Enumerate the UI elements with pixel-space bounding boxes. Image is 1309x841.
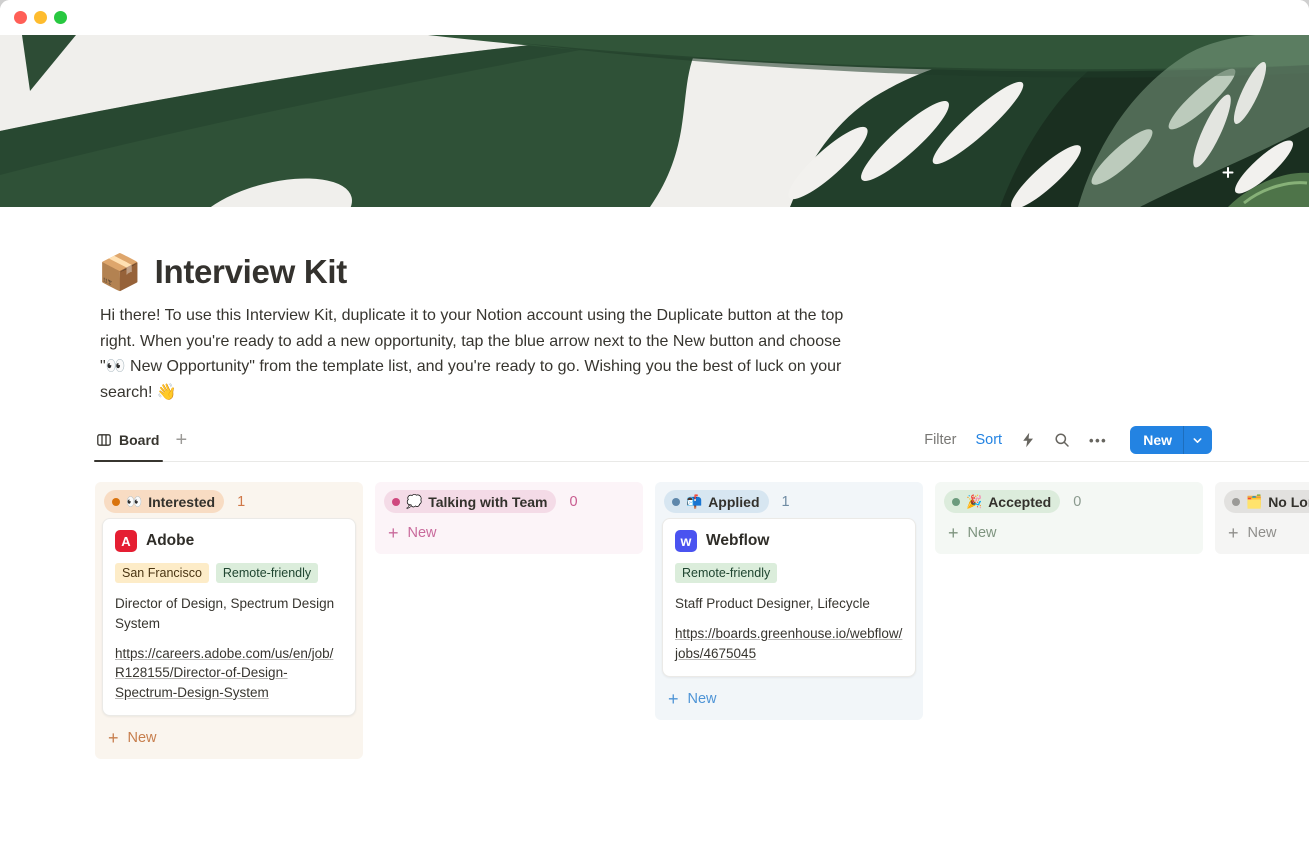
job-url-link[interactable]: https://careers.adobe.com/us/en/job/R128…	[115, 644, 343, 703]
column-status-pill[interactable]: 👀 Interested	[104, 490, 224, 513]
column-header[interactable]: 📬 Applied 1	[664, 490, 914, 513]
app-window: 📦 Interview Kit Hi there! To use this In…	[0, 0, 1309, 841]
plus-icon: +	[668, 690, 679, 708]
column-count: 1	[782, 494, 790, 510]
filter-button[interactable]: Filter	[924, 432, 956, 448]
add-card-label: New	[968, 525, 997, 541]
column-header[interactable]: 🗂️ No Lon	[1224, 490, 1309, 513]
job-url-link[interactable]: https://boards.greenhouse.io/webflow/job…	[675, 624, 903, 663]
board-column-interested: 👀 Interested 1 A Adobe San Francisco Rem…	[95, 482, 363, 759]
board-column-talking-with-team: 💭 Talking with Team 0 + New	[375, 482, 643, 554]
plus-icon: +	[388, 524, 399, 542]
card-tags: San Francisco Remote-friendly	[115, 563, 343, 583]
status-emoji-icon: 📬	[686, 495, 702, 508]
card-title: Webflow	[706, 532, 769, 550]
column-title: Accepted	[988, 494, 1051, 510]
zoom-window-button[interactable]	[54, 11, 67, 24]
board-column-applied: 📬 Applied 1 w Webflow Remote-friendly St…	[655, 482, 923, 720]
plus-icon: +	[948, 524, 959, 542]
page-icon[interactable]: 📦	[98, 255, 142, 290]
add-card-label: New	[408, 525, 437, 541]
status-dot-icon	[392, 498, 400, 506]
status-emoji-icon: 💭	[406, 495, 422, 508]
page-description: Hi there! To use this Interview Kit, dup…	[100, 303, 866, 405]
page-header: 📦 Interview Kit	[98, 253, 1309, 291]
board-column-accepted: 🎉 Accepted 0 + New	[935, 482, 1203, 554]
board-tab-label: Board	[119, 432, 159, 448]
job-card-adobe[interactable]: A Adobe San Francisco Remote-friendly Di…	[102, 518, 356, 716]
column-header[interactable]: 💭 Talking with Team 0	[384, 490, 634, 513]
plus-icon: +	[108, 729, 119, 747]
search-icon	[1054, 432, 1070, 448]
card-header: w Webflow	[675, 530, 903, 552]
status-dot-icon	[1232, 498, 1240, 506]
add-card-button[interactable]: + New	[380, 518, 638, 547]
tab-board-view[interactable]: Board	[96, 419, 159, 461]
column-title: No Lon	[1268, 494, 1309, 510]
column-title: Interested	[148, 494, 215, 510]
status-dot-icon	[952, 498, 960, 506]
view-toolbar: Board + Filter Sort ••• New	[96, 419, 1309, 462]
column-title: Talking with Team	[428, 494, 547, 510]
titlebar	[0, 0, 1309, 35]
adobe-logo-icon: A	[115, 530, 137, 552]
search-button[interactable]	[1054, 432, 1070, 448]
tag-remote-friendly: Remote-friendly	[675, 563, 777, 583]
minimize-window-button[interactable]	[34, 11, 47, 24]
card-title: Adobe	[146, 532, 194, 550]
card-header: A Adobe	[115, 530, 343, 552]
more-options-button[interactable]: •••	[1089, 433, 1107, 448]
sort-button[interactable]: Sort	[975, 432, 1002, 448]
plus-icon: +	[1228, 524, 1239, 542]
close-window-button[interactable]	[14, 11, 27, 24]
status-dot-icon	[672, 498, 680, 506]
tag-san-francisco: San Francisco	[115, 563, 209, 583]
column-status-pill[interactable]: 🗂️ No Lon	[1224, 490, 1309, 513]
add-card-label: New	[1248, 525, 1277, 541]
column-status-pill[interactable]: 💭 Talking with Team	[384, 490, 556, 513]
job-card-webflow[interactable]: w Webflow Remote-friendly Staff Product …	[662, 518, 916, 677]
add-view-button[interactable]: +	[175, 430, 187, 450]
add-card-button[interactable]: + New	[660, 684, 918, 713]
lightning-icon	[1021, 432, 1035, 448]
add-card-button[interactable]: + New	[1220, 518, 1309, 547]
status-emoji-icon: 🗂️	[1246, 495, 1262, 508]
card-tags: Remote-friendly	[675, 563, 903, 583]
add-card-label: New	[688, 691, 717, 707]
new-entry-button[interactable]: New	[1130, 426, 1212, 454]
new-button-label: New	[1130, 426, 1183, 454]
status-dot-icon	[112, 498, 120, 506]
column-status-pill[interactable]: 🎉 Accepted	[944, 490, 1060, 513]
chevron-down-icon	[1192, 435, 1203, 446]
status-emoji-icon: 👀	[126, 495, 142, 508]
column-header[interactable]: 👀 Interested 1	[104, 490, 354, 513]
add-card-button[interactable]: + New	[100, 723, 358, 752]
column-title: Applied	[708, 494, 759, 510]
column-count: 0	[1073, 494, 1081, 510]
webflow-logo-icon: w	[675, 530, 697, 552]
add-card-button[interactable]: + New	[940, 518, 1198, 547]
card-role-text: Director of Design, Spectrum Design Syst…	[115, 594, 343, 633]
column-count: 1	[237, 494, 245, 510]
column-status-pill[interactable]: 📬 Applied	[664, 490, 769, 513]
card-role-text: Staff Product Designer, Lifecycle	[675, 594, 903, 614]
page-title: Interview Kit	[155, 253, 347, 291]
board-column-no-longer: 🗂️ No Lon + New	[1215, 482, 1309, 554]
kanban-board: 👀 Interested 1 A Adobe San Francisco Rem…	[95, 482, 1309, 759]
tag-remote-friendly: Remote-friendly	[216, 563, 318, 583]
column-header[interactable]: 🎉 Accepted 0	[944, 490, 1194, 513]
board-view-icon	[96, 432, 112, 448]
column-count: 0	[569, 494, 577, 510]
add-card-label: New	[128, 730, 157, 746]
page-cover-image	[0, 35, 1309, 207]
status-emoji-icon: 🎉	[966, 495, 982, 508]
new-template-dropdown-button[interactable]	[1184, 426, 1212, 454]
automations-button[interactable]	[1021, 432, 1035, 448]
monstera-leaves-illustration	[0, 35, 1309, 207]
